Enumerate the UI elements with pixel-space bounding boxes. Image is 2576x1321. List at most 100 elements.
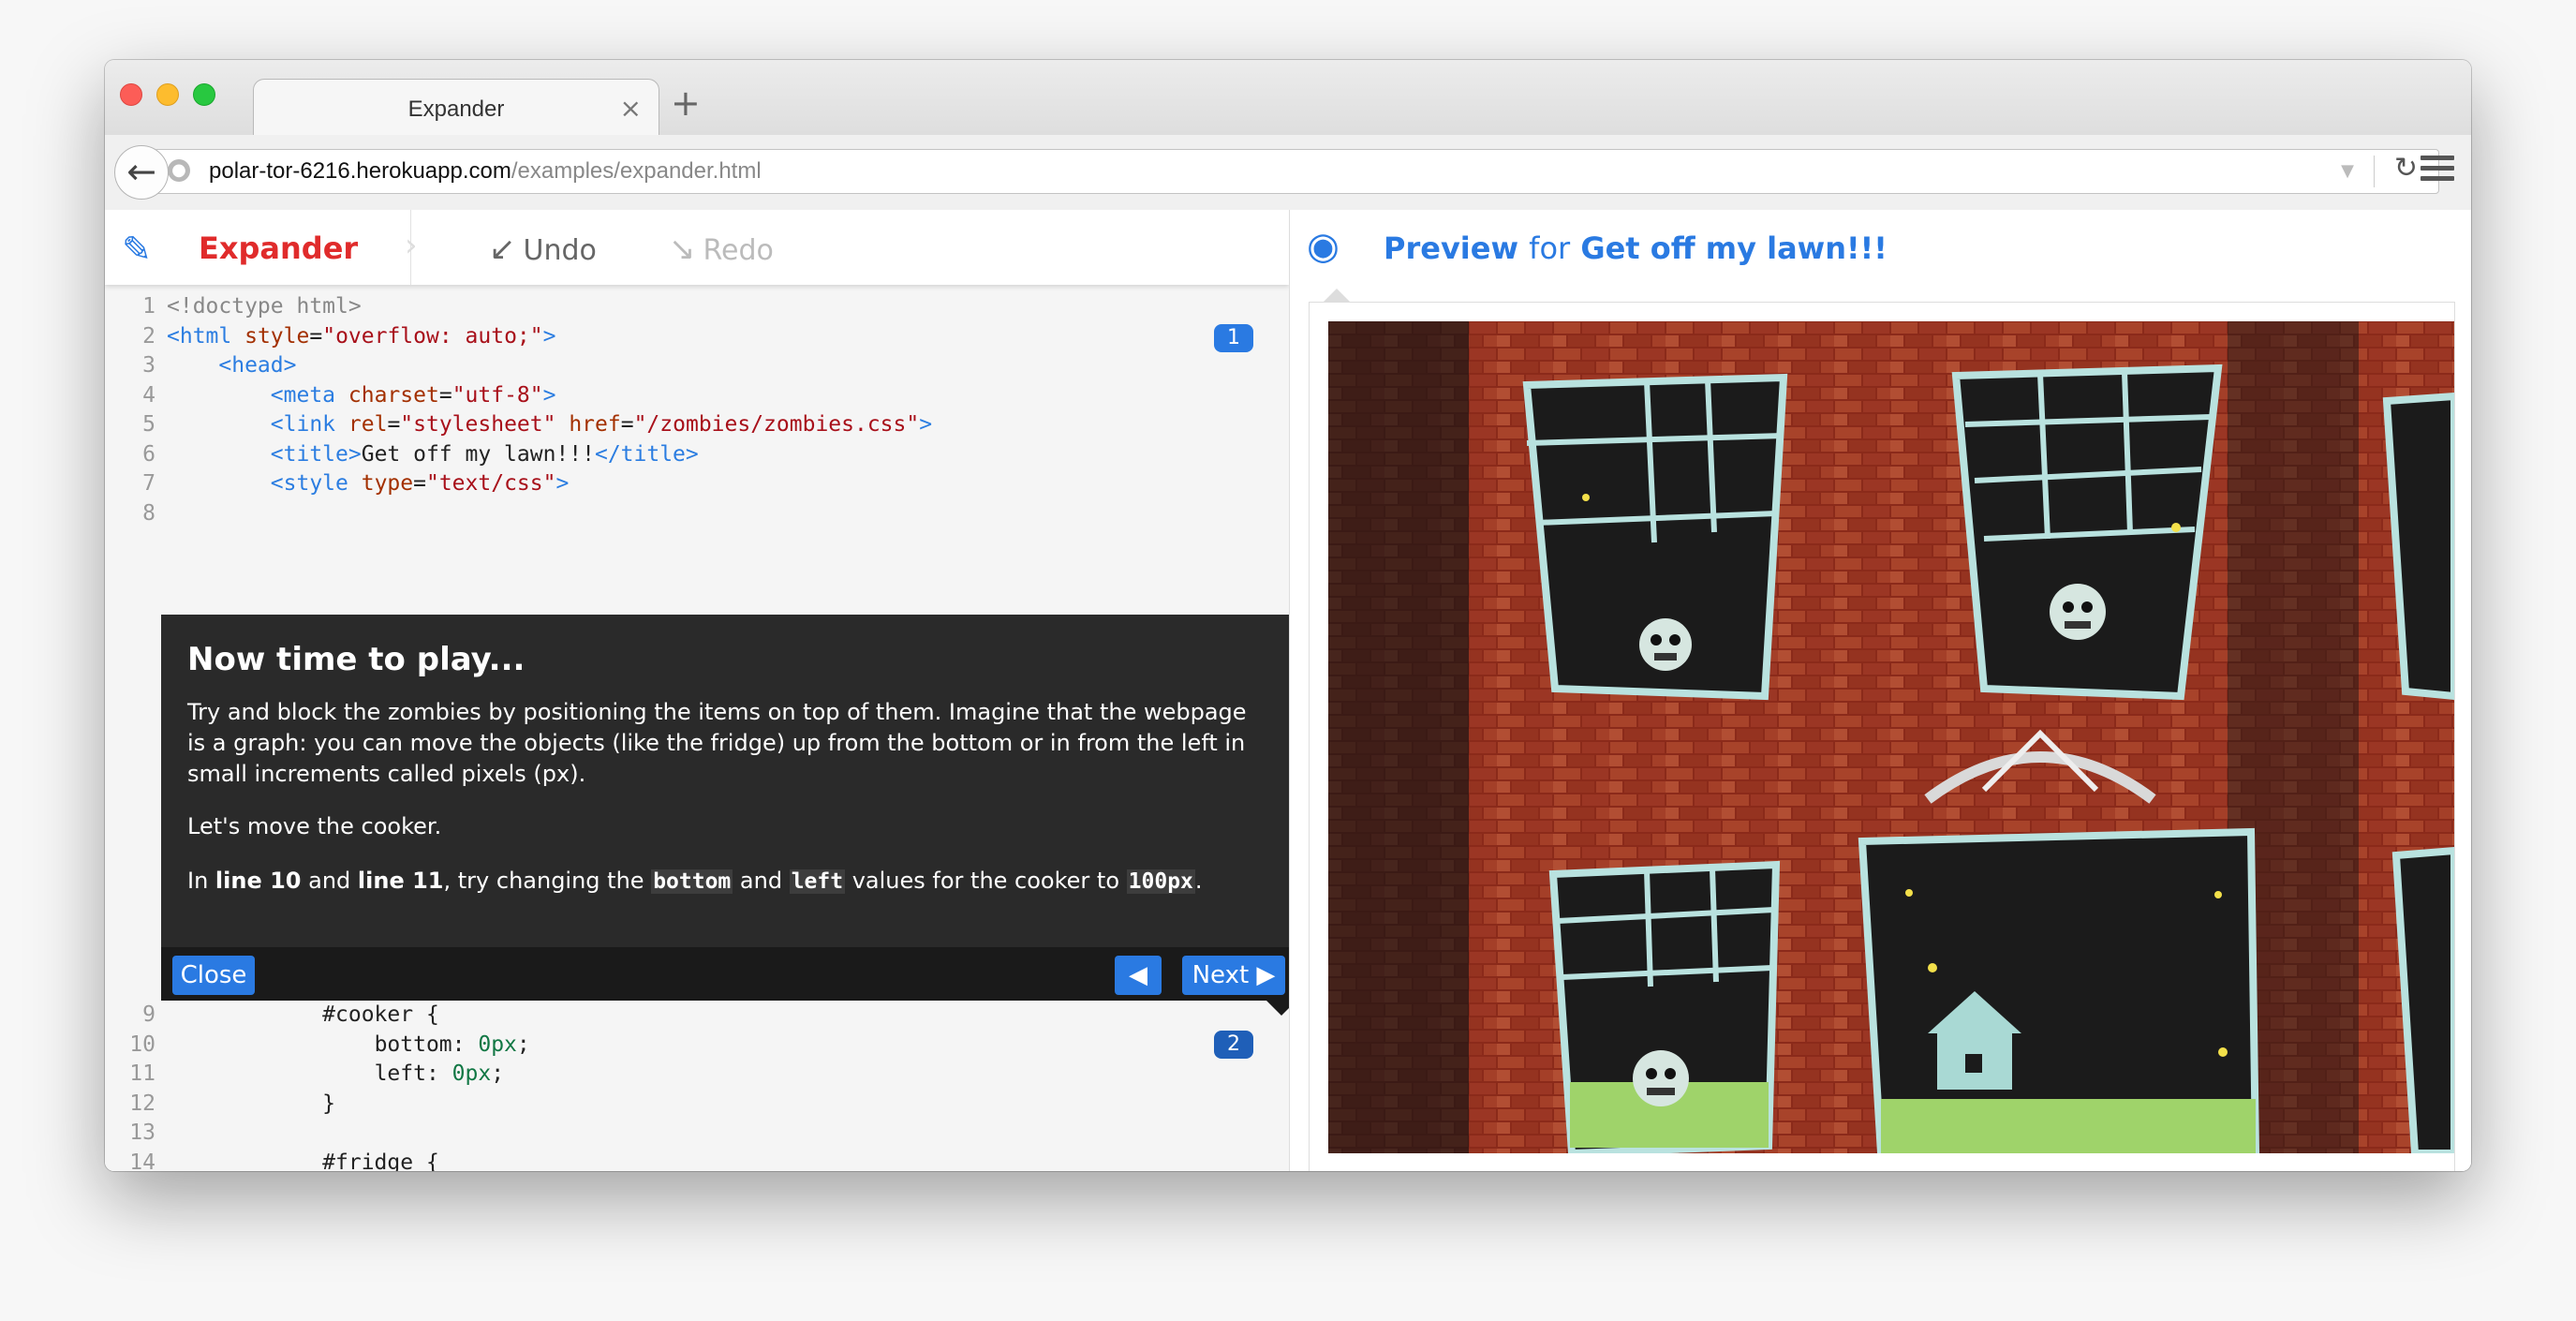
code-line: <head> — [218, 353, 297, 378]
minimize-window-button[interactable] — [156, 83, 179, 106]
browser-window: Expander × + ● polar-tor-6216.herokuapp.… — [105, 60, 2471, 1171]
redo-label: Redo — [703, 234, 774, 267]
text-fragment: In — [187, 868, 215, 894]
pencil-icon: ✎ — [122, 229, 152, 270]
url-host: polar-tor-6216.herokuapp.com — [209, 158, 511, 184]
frame-pointer — [1324, 289, 1350, 302]
code-editor-top[interactable]: <!doctype html> <html style="overflow: au… — [167, 292, 932, 528]
line-numbers-bottom: 9 10 11 12 13 14 15 16 — [105, 1001, 155, 1171]
tab-close-icon[interactable]: × — [620, 93, 642, 124]
tutorial-prev-button[interactable]: ◀ — [1115, 956, 1162, 995]
undo-label: Undo — [523, 234, 597, 267]
line-number: 7 — [142, 471, 155, 496]
tutorial-paragraph-2: Let's move the cooker. — [187, 813, 442, 839]
preview-pane: ◉ Preview for Get off my lawn!!! — [1289, 210, 2471, 1171]
redo-button[interactable]: ↘ Redo — [669, 230, 774, 268]
navigation-toolbar: ● polar-tor-6216.herokuapp.com/examples/… — [105, 135, 2471, 211]
line-number: 4 — [142, 382, 155, 408]
preview-label: Preview — [1384, 230, 1519, 266]
back-button[interactable]: ← — [114, 145, 169, 200]
address-bar-divider — [2374, 156, 2375, 187]
zoom-window-button[interactable] — [193, 83, 215, 106]
chevron-right-icon: › — [405, 227, 418, 264]
tutorial-popover: Now time to play... Try and block the zo… — [161, 615, 1289, 1016]
hamburger-menu-icon[interactable] — [2421, 156, 2454, 184]
code-line: <style type="text/css"> — [270, 471, 570, 496]
window-bottom-left — [1548, 860, 1781, 1153]
eye-icon: ◉ — [1307, 225, 1340, 268]
line-number: 12 — [129, 1091, 155, 1116]
code-line: #cooker { — [167, 1002, 439, 1027]
editor-title: Expander — [199, 230, 359, 266]
title-bar: Expander × + — [105, 60, 2471, 137]
line-number: 3 — [142, 353, 155, 378]
line-number: 1 — [142, 294, 155, 319]
code-line: <!doctype html> — [167, 294, 362, 319]
window-top-left — [1522, 373, 1788, 701]
tutorial-paragraph-1: Try and block the zombies by positioning… — [187, 699, 1247, 787]
code-line: } — [167, 1091, 336, 1116]
code-line: <meta charset="utf-8"> — [270, 382, 556, 408]
tutorial-footer: Close ◀ Next ▶ — [161, 947, 1289, 1001]
code-term: bottom — [651, 869, 733, 894]
zombie-game-scene[interactable] — [1328, 321, 2454, 1153]
code-line: left: 0px; — [374, 1061, 505, 1086]
browser-tab[interactable]: Expander × — [253, 79, 659, 137]
code-marker-1[interactable]: 1 — [1214, 324, 1253, 352]
line-ref: line 11 — [357, 868, 444, 894]
text-fragment: and — [733, 868, 790, 894]
line-number: 10 — [129, 1032, 155, 1057]
line-ref: line 10 — [215, 868, 302, 894]
line-numbers-top: 1 2 3 4 5 6 7 8 — [105, 292, 155, 528]
new-tab-button[interactable]: + — [671, 82, 701, 124]
line-number: 9 — [142, 1002, 155, 1027]
code-line: bottom: 0px; — [374, 1032, 530, 1057]
line-number: 5 — [142, 412, 155, 437]
globe-icon: ● — [168, 159, 190, 182]
editor-pane: ✎ Expander › ↙ Undo ↘ Redo 1 2 3 4 5 6 7 8… — [105, 210, 1289, 1171]
tutorial-heading: Now time to play... — [187, 641, 526, 678]
code-line: #fridge { — [167, 1150, 439, 1172]
code-line: <html style="overflow: auto;"> — [167, 323, 556, 349]
code-marker-2[interactable]: 2 — [1214, 1031, 1253, 1059]
text-fragment: , try changing the — [443, 868, 652, 894]
back-arrow-icon: ← — [126, 151, 156, 192]
tab-title: Expander — [407, 96, 505, 122]
line-number: 8 — [142, 500, 155, 526]
line-number: 6 — [142, 441, 155, 467]
history-dropdown-icon[interactable]: ▼ — [2341, 161, 2354, 181]
undo-button[interactable]: ↙ Undo — [489, 230, 597, 268]
editor-header: ✎ Expander › ↙ Undo ↘ Redo — [105, 210, 1289, 285]
preview-header: ◉ Preview for Get off my lawn!!! — [1290, 210, 2471, 285]
tutorial-close-button[interactable]: Close — [172, 956, 255, 995]
text-fragment: . — [1194, 868, 1203, 894]
preview-iframe[interactable] — [1309, 302, 2455, 1171]
window-top-right — [1951, 364, 2223, 701]
code-editor-bottom[interactable]: #cooker { bottom: 0px; left: 0px; } #fri… — [167, 1001, 530, 1171]
code-term: 100px — [1126, 869, 1195, 894]
line-number: 14 — [129, 1150, 155, 1172]
line-number: 11 — [129, 1061, 155, 1086]
wall-shadow — [1328, 321, 1469, 1153]
game-canvas — [1328, 321, 2454, 1153]
preview-title: Preview for Get off my lawn!!! — [1384, 230, 1888, 266]
close-window-button[interactable] — [120, 83, 142, 106]
preview-for: for — [1529, 230, 1571, 266]
code-line: <link rel="stylesheet" href="/zombies/zo… — [270, 412, 933, 437]
url-text: polar-tor-6216.herokuapp.com/examples/ex… — [209, 158, 762, 185]
address-bar[interactable]: ● polar-tor-6216.herokuapp.com/examples/… — [154, 149, 2439, 194]
reload-icon[interactable]: ↻ — [2394, 152, 2418, 185]
code-term: left — [789, 869, 846, 894]
line-number: 13 — [129, 1121, 155, 1145]
line-number: 2 — [142, 323, 155, 349]
code-line: <title>Get off my lawn!!!</title> — [270, 441, 699, 467]
undo-arrow-icon: ↙ — [489, 230, 516, 268]
preview-page-title: Get off my lawn!!! — [1580, 230, 1888, 266]
text-fragment: values for the cooker to — [845, 868, 1127, 894]
tutorial-next-button[interactable]: Next ▶ — [1182, 956, 1285, 995]
tutorial-paragraph-3: In line 10 and line 11, try changing the… — [187, 866, 1265, 898]
text-fragment: and — [301, 868, 358, 894]
redo-arrow-icon: ↘ — [669, 230, 696, 268]
